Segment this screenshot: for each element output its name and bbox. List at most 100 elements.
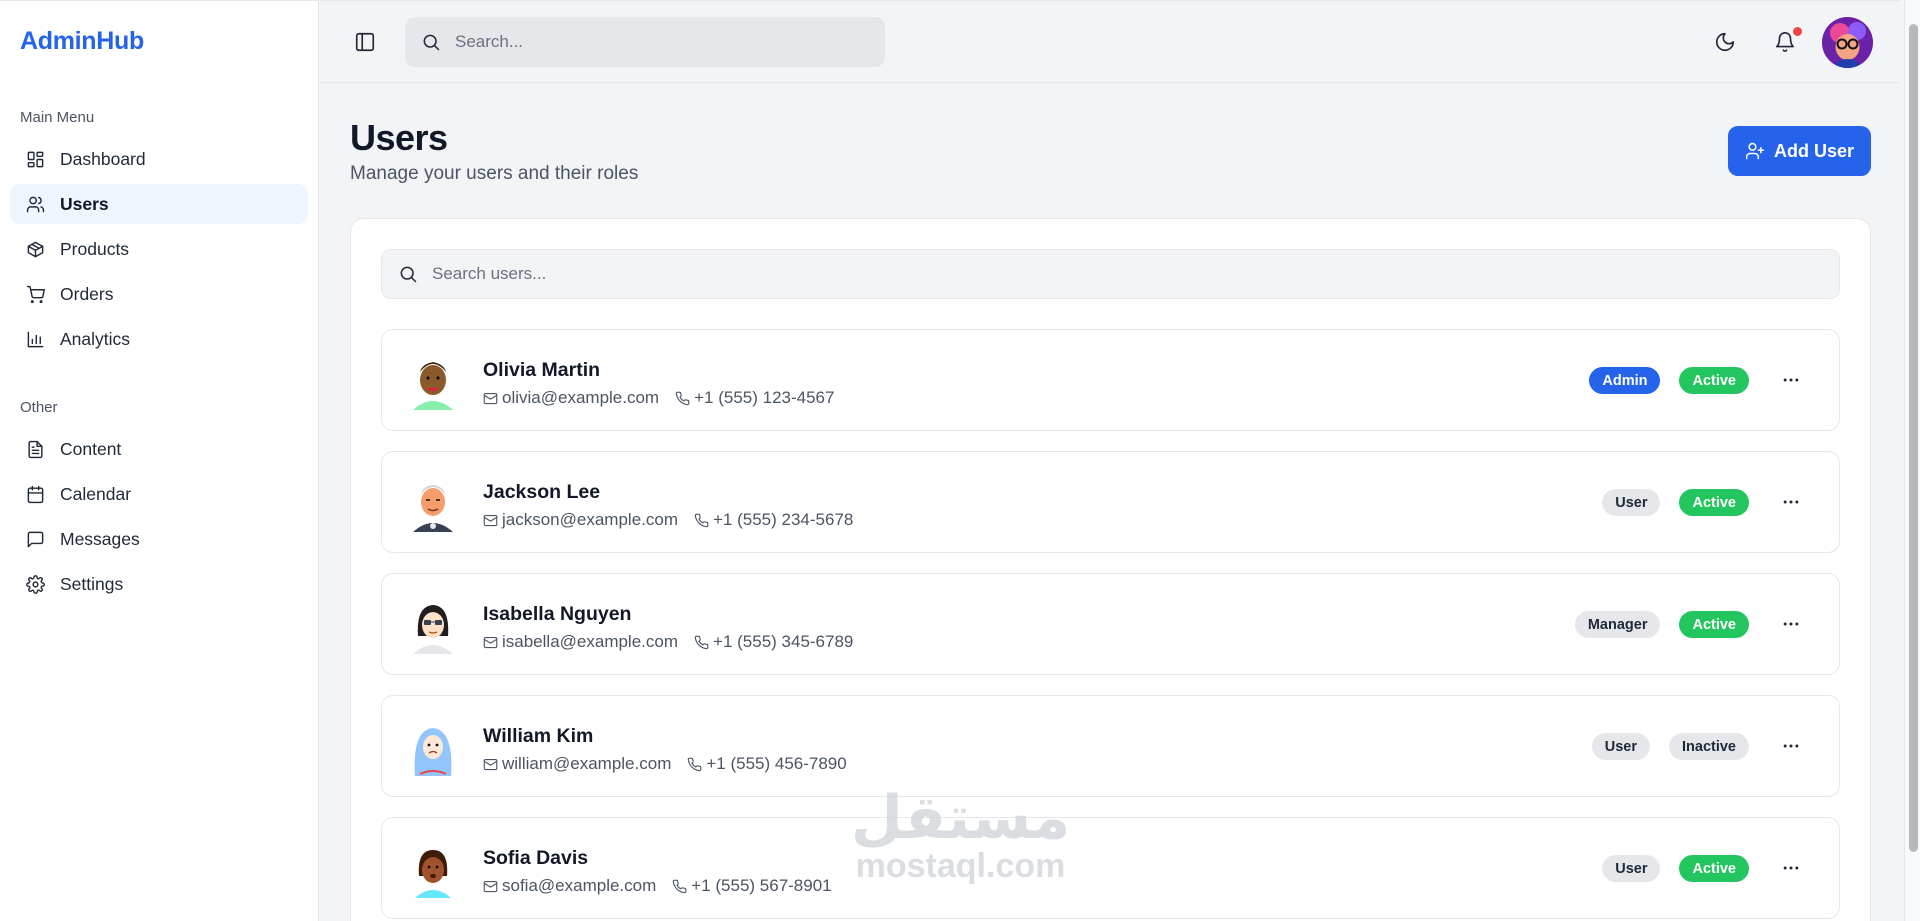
scrollbar-thumb[interactable] bbox=[1909, 24, 1918, 852]
role-badge: User bbox=[1602, 489, 1661, 516]
user-email[interactable]: jackson@example.com bbox=[502, 510, 678, 530]
user-phone[interactable]: +1 (555) 567-8901 bbox=[691, 876, 831, 896]
message-icon bbox=[27, 531, 44, 547]
phone-icon bbox=[688, 757, 702, 771]
status-badge: Inactive bbox=[1669, 733, 1749, 760]
sidebar-item-label: Users bbox=[60, 193, 109, 214]
row-actions-button[interactable] bbox=[1779, 368, 1803, 392]
users-card: Olivia Martin olivia@example.com +1 (555… bbox=[350, 218, 1871, 921]
avatar bbox=[413, 485, 453, 532]
row-actions-button[interactable] bbox=[1779, 490, 1803, 514]
table-row[interactable]: Sofia Davis sofia@example.com +1 (555) 5… bbox=[381, 817, 1840, 919]
user-badges: User Inactive bbox=[1591, 733, 1749, 760]
row-actions-button[interactable] bbox=[1779, 612, 1803, 636]
user-phone[interactable]: +1 (555) 456-7890 bbox=[706, 754, 846, 774]
bar-chart-icon bbox=[27, 331, 44, 347]
global-search[interactable] bbox=[405, 17, 885, 67]
global-search-input[interactable] bbox=[455, 32, 835, 52]
row-actions-button[interactable] bbox=[1779, 734, 1803, 758]
role-badge: User bbox=[1591, 733, 1650, 760]
sidebar-item-label: Orders bbox=[60, 283, 114, 304]
user-phone[interactable]: +1 (555) 123-4567 bbox=[694, 388, 834, 408]
theme-toggle-button[interactable] bbox=[1714, 31, 1738, 55]
user-badges: User Active bbox=[1602, 855, 1749, 882]
avatar bbox=[414, 728, 452, 776]
sidebar-item-label: Content bbox=[60, 438, 122, 459]
role-badge: Admin bbox=[1589, 367, 1661, 394]
sidebar-item-messages[interactable]: Messages bbox=[10, 519, 308, 559]
section-label-other: Other bbox=[20, 399, 58, 416]
row-actions-button[interactable] bbox=[1779, 856, 1803, 880]
user-contact: william@example.com +1 (555) 456-7890 bbox=[483, 754, 847, 774]
user-search[interactable] bbox=[381, 249, 1840, 299]
add-user-button[interactable]: Add User bbox=[1728, 126, 1871, 176]
status-badge: Active bbox=[1679, 367, 1749, 394]
more-horizontal-icon bbox=[1783, 622, 1799, 626]
page-title: Users bbox=[350, 117, 448, 158]
user-search-input[interactable] bbox=[432, 264, 812, 284]
notifications-button[interactable] bbox=[1774, 27, 1802, 55]
user-phone[interactable]: +1 (555) 234-5678 bbox=[713, 510, 853, 530]
avatar bbox=[415, 850, 451, 898]
sidebar-item-analytics[interactable]: Analytics bbox=[10, 319, 308, 359]
search-icon bbox=[423, 34, 440, 51]
user-email[interactable]: william@example.com bbox=[502, 754, 671, 774]
notification-dot bbox=[1793, 27, 1802, 36]
add-user-button-label: Add User bbox=[1773, 140, 1854, 161]
user-contact: sofia@example.com +1 (555) 567-8901 bbox=[483, 876, 832, 896]
more-horizontal-icon bbox=[1783, 744, 1799, 748]
search-icon bbox=[400, 266, 417, 283]
sidebar-item-calendar[interactable]: Calendar bbox=[10, 474, 308, 514]
phone-icon bbox=[694, 635, 709, 649]
table-row[interactable]: Jackson Lee jackson@example.com +1 (555)… bbox=[381, 451, 1840, 553]
table-row[interactable]: Olivia Martin olivia@example.com +1 (555… bbox=[381, 329, 1840, 431]
calendar-icon bbox=[27, 485, 44, 503]
gear-icon bbox=[26, 574, 45, 594]
page-scrollbar[interactable] bbox=[1904, 0, 1920, 921]
user-email[interactable]: sofia@example.com bbox=[502, 876, 656, 896]
user-contact: olivia@example.com +1 (555) 123-4567 bbox=[483, 388, 834, 408]
watermark: مستقل mostaql.com bbox=[843, 788, 1078, 884]
sidebar-item-label: Products bbox=[60, 238, 130, 259]
sidebar-item-label: Analytics bbox=[60, 328, 131, 349]
package-icon bbox=[27, 241, 44, 257]
user-name: Olivia Martin bbox=[483, 359, 601, 381]
watermark-arabic: مستقل bbox=[850, 783, 1071, 853]
brand-logo[interactable]: AdminHub bbox=[20, 27, 144, 56]
status-badge: Active bbox=[1679, 611, 1749, 638]
user-badges: User Active bbox=[1602, 489, 1749, 516]
sidebar-toggle-button[interactable] bbox=[354, 31, 376, 53]
file-text-icon bbox=[28, 440, 43, 458]
user-contact: jackson@example.com +1 (555) 234-5678 bbox=[483, 510, 853, 530]
table-row[interactable]: William Kim william@example.com +1 (555)… bbox=[381, 695, 1840, 797]
sidebar-item-content[interactable]: Content bbox=[10, 429, 308, 469]
profile-avatar-image bbox=[1822, 17, 1873, 68]
sidebar-item-dashboard[interactable]: Dashboard bbox=[10, 139, 308, 179]
watermark-latin: mostaql.com bbox=[855, 847, 1066, 885]
avatar bbox=[413, 605, 453, 654]
user-email[interactable]: olivia@example.com bbox=[502, 388, 659, 408]
avatar bbox=[413, 362, 453, 410]
sidebar-item-label: Settings bbox=[60, 573, 124, 594]
status-badge: Active bbox=[1679, 489, 1749, 516]
sidebar-item-settings[interactable]: Settings bbox=[10, 564, 308, 604]
user-email[interactable]: isabella@example.com bbox=[502, 632, 678, 652]
status-badge: Active bbox=[1679, 855, 1749, 882]
user-phone[interactable]: +1 (555) 345-6789 bbox=[713, 632, 853, 652]
user-plus-icon bbox=[1745, 142, 1765, 160]
user-contact: isabella@example.com +1 (555) 345-6789 bbox=[483, 632, 853, 652]
mail-icon bbox=[483, 880, 498, 892]
users-icon bbox=[26, 196, 45, 212]
mail-icon bbox=[483, 636, 498, 648]
user-badges: Manager Active bbox=[1574, 611, 1749, 638]
sidebar-item-orders[interactable]: Orders bbox=[10, 274, 308, 314]
sidebar: AdminHub Main Menu Dashboard Users Produ… bbox=[0, 0, 319, 921]
profile-avatar[interactable] bbox=[1822, 17, 1873, 68]
panel-left-icon bbox=[355, 32, 375, 52]
table-row[interactable]: Isabella Nguyen isabella@example.com +1 … bbox=[381, 573, 1840, 675]
sidebar-item-products[interactable]: Products bbox=[10, 229, 308, 269]
moon-icon bbox=[1715, 32, 1735, 52]
sidebar-item-users[interactable]: Users bbox=[10, 184, 308, 224]
section-label-main-menu: Main Menu bbox=[20, 109, 95, 126]
sidebar-item-label: Dashboard bbox=[60, 148, 146, 169]
